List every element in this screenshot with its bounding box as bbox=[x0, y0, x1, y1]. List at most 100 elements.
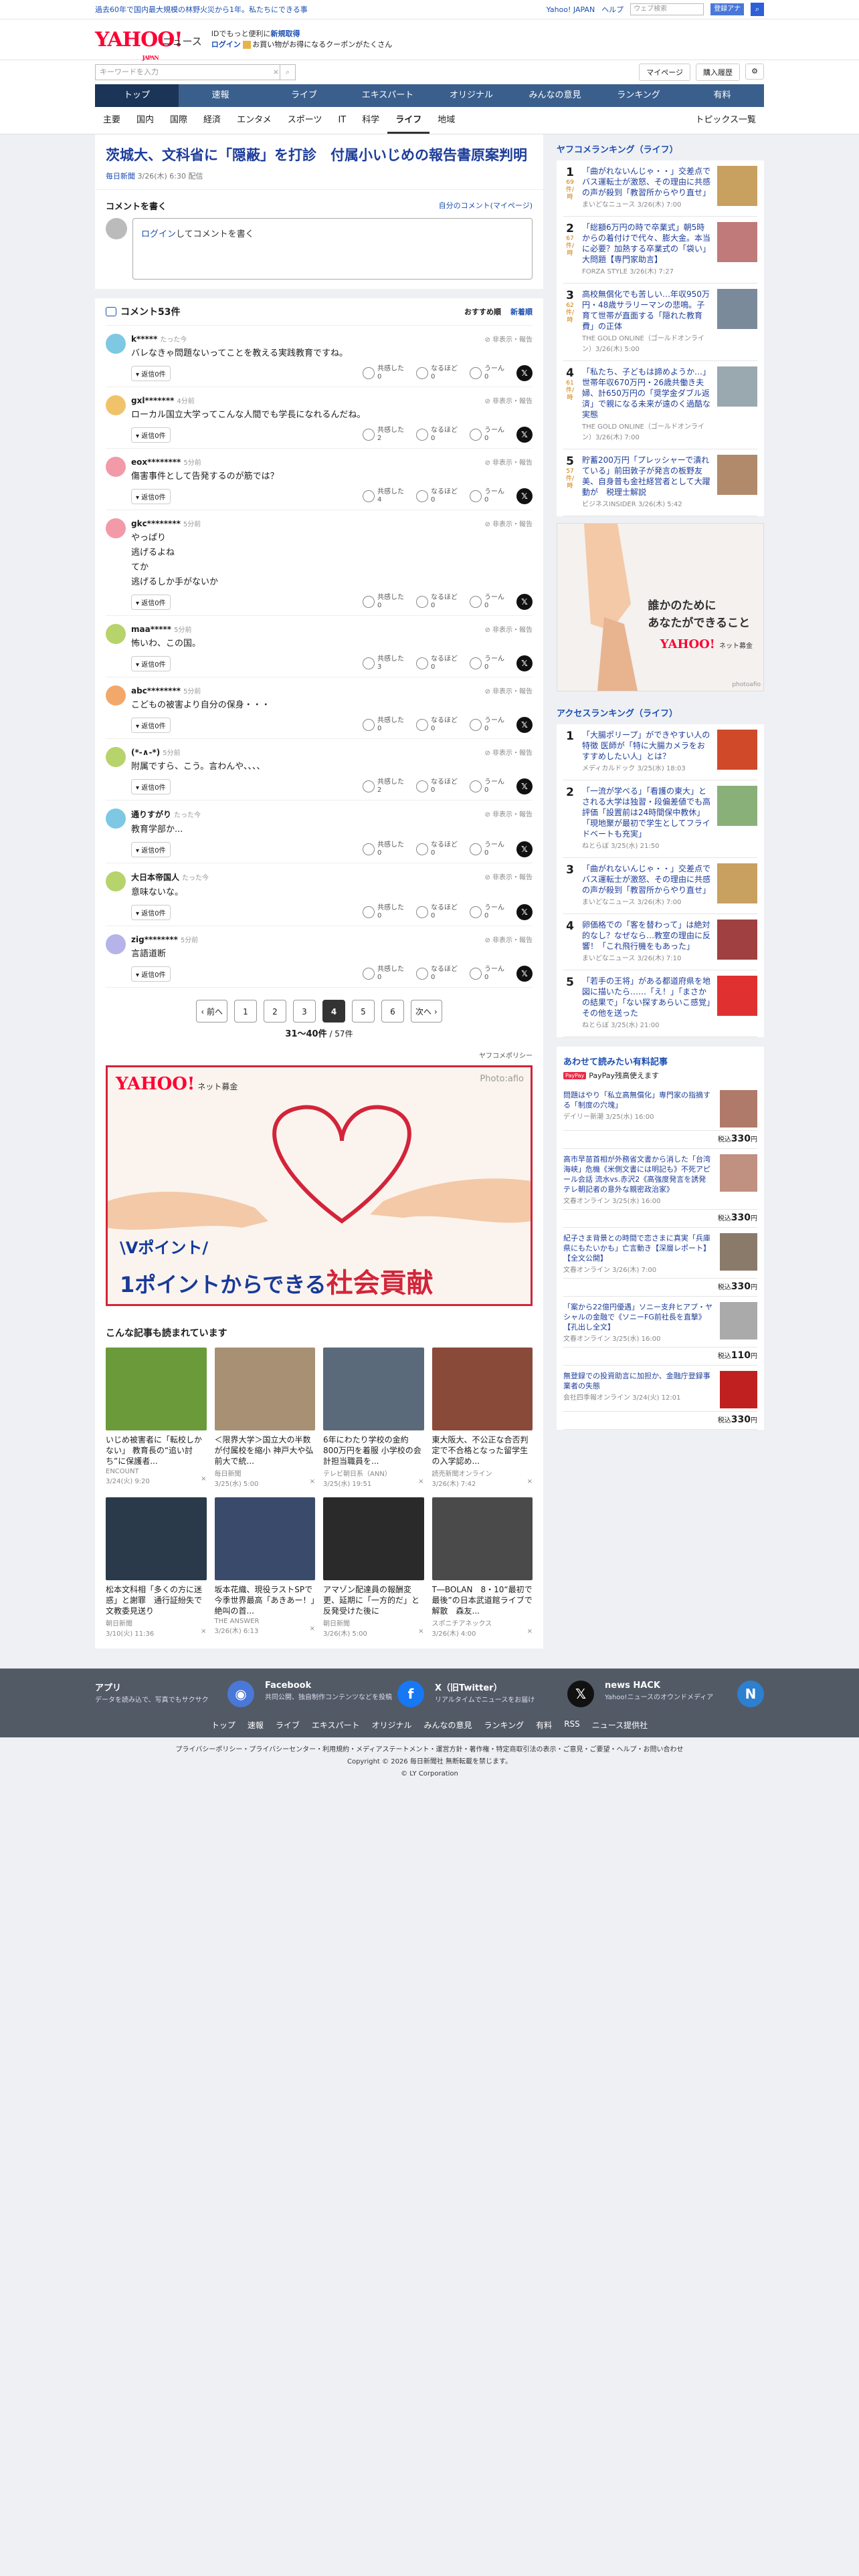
report-link[interactable]: ⊘ 非表示・報告 bbox=[484, 518, 533, 528]
related-title[interactable]: 6年にわたり学校の金約800万円を着服 小学校の会計担当職員を... bbox=[323, 1434, 424, 1467]
hmm-button[interactable]: うーん 0 bbox=[470, 966, 504, 982]
subtab-main[interactable]: 主要 bbox=[95, 107, 128, 134]
related-thumbnail[interactable] bbox=[106, 1348, 207, 1430]
ranking-title[interactable]: 「私たち、子どもは諦めようか…」世帯年収670万円・26歳共働き夫婦、計650万… bbox=[582, 366, 712, 420]
hmm-button[interactable]: うーん 0 bbox=[470, 365, 504, 381]
page-button[interactable]: 3 bbox=[293, 1000, 316, 1023]
comment-login-link[interactable]: ログイン bbox=[141, 229, 176, 239]
access-thumbnail[interactable] bbox=[717, 786, 757, 826]
insightful-button[interactable]: なるほど 0 bbox=[416, 717, 458, 733]
search-icon[interactable]: ⌕ bbox=[280, 65, 295, 80]
insightful-button[interactable]: なるほど 0 bbox=[416, 841, 458, 857]
ranking-title[interactable]: 「曲がれないんじゃ・・」交差点でバス運転士が激怒、その理由に共感の声が殺到「教習… bbox=[582, 166, 712, 198]
related-article[interactable]: アマゾン配達員の報酬変更、延期に「一方的だ」と反発受けた後に 朝日新聞 3/26… bbox=[323, 1497, 424, 1638]
related-thumbnail[interactable] bbox=[432, 1497, 533, 1580]
ranking-thumbnail[interactable] bbox=[717, 289, 757, 329]
subtab-science[interactable]: 科学 bbox=[354, 107, 387, 134]
footer-link[interactable]: ライブ bbox=[276, 1719, 300, 1731]
hmm-button[interactable]: うーん 0 bbox=[470, 717, 504, 733]
x-share-icon[interactable]: 𝕏 bbox=[516, 717, 533, 733]
reply-button[interactable]: ▾ 返信0件 bbox=[131, 488, 171, 504]
access-title[interactable]: 「曲がれないんじゃ・・」交差点でバス運転士が激怒、その理由に共感の声が殺到「教習… bbox=[582, 863, 712, 895]
related-title[interactable]: ＜限界大学＞国立大の半数が付属校を縮小 神戸大や弘前大で統... bbox=[215, 1434, 316, 1467]
related-title[interactable]: 松本文科相「多くの方に迷惑」と謝罪 通行証紛失で文教委見送り bbox=[106, 1584, 207, 1616]
access-ranking-item[interactable]: 4 卵価格での「客を替わって」は絶対的なし？なぜなら…教室の理由に反響！「これ飛… bbox=[563, 914, 757, 970]
paid-thumbnail[interactable] bbox=[720, 1371, 757, 1408]
reply-button[interactable]: ▾ 返信0件 bbox=[131, 365, 171, 381]
related-thumbnail[interactable] bbox=[323, 1497, 424, 1580]
paid-article[interactable]: 「案から22億円優遇」ソニー支弁ヒアプ・ヤシャルの金融で《ソニーFG前社長を直撃… bbox=[563, 1297, 757, 1366]
hmm-button[interactable]: うーん 0 bbox=[470, 778, 504, 794]
ranking-thumbnail[interactable] bbox=[717, 455, 757, 495]
comment-user[interactable]: 通りすがり たった今 bbox=[131, 809, 533, 820]
donation-ad-banner[interactable]: YAHOO! ネット募金 Photo:afio \Vポイント/ 1ポイントからでき… bbox=[106, 1065, 533, 1306]
empathy-button[interactable]: 共感した 0 bbox=[363, 904, 404, 920]
ranking-title[interactable]: 貯蓄200万円「プレッシャーで潰れている」前田敦子が発言の板野友美、自身普も金社… bbox=[582, 455, 712, 498]
subtab-it[interactable]: IT bbox=[330, 107, 354, 134]
web-search-input[interactable]: ウェブ検索 bbox=[630, 3, 704, 15]
x-share-icon[interactable]: 𝕏 bbox=[516, 966, 533, 982]
yahoo-logo[interactable]: YAHOO!JAPAN bbox=[95, 28, 183, 61]
footer-social-link[interactable]: news HACK Yahoo!ニュースのオウンドメディア N bbox=[605, 1681, 764, 1707]
report-link[interactable]: ⊘ 非表示・報告 bbox=[484, 624, 533, 634]
access-ranking-item[interactable]: 1 「大腸ポリープ」ができやすい人の特徴 医師が「特に大腸カメラをおすすめしたい… bbox=[563, 724, 757, 780]
comment-user[interactable]: abc******** 5分前 bbox=[131, 685, 533, 695]
comment-user[interactable]: gkc******** 5分前 bbox=[131, 518, 533, 528]
footer-link[interactable]: 有料 bbox=[536, 1719, 552, 1731]
paid-article[interactable]: 高市早苗首相が外務省文書から消した「台湾海峡」危機《米側文書には明記も》不死アピ… bbox=[563, 1149, 757, 1228]
footer-link[interactable]: ニュース提供社 bbox=[592, 1719, 648, 1731]
top-notice-link[interactable]: 過去60年で国内最大規模の林野火災から1年。私たちにできる事 bbox=[95, 4, 308, 15]
ranking-thumbnail[interactable] bbox=[717, 222, 757, 262]
paid-title[interactable]: 「案から22億円優遇」ソニー支弁ヒアプ・ヤシャルの金融で《ソニーFG前社長を直撃… bbox=[563, 1302, 714, 1332]
paid-title[interactable]: 紀子さま背景との時間で恋さまに真実「兵庫県にもたいかも」亡言動き【深層レポート】… bbox=[563, 1233, 714, 1263]
empathy-button[interactable]: 共感した 0 bbox=[363, 841, 404, 857]
login-link[interactable]: ログイン bbox=[211, 40, 241, 49]
reply-button[interactable]: ▾ 返信0件 bbox=[131, 778, 171, 794]
related-thumbnail[interactable] bbox=[323, 1348, 424, 1430]
comment-user[interactable]: 大日本帝国人 たった今 bbox=[131, 871, 533, 883]
empathy-button[interactable]: 共感した 4 bbox=[363, 488, 404, 504]
related-thumbnail[interactable] bbox=[106, 1497, 207, 1580]
mypage-button[interactable]: マイページ bbox=[639, 64, 690, 81]
insightful-button[interactable]: なるほど 0 bbox=[416, 488, 458, 504]
access-title[interactable]: 「大腸ポリープ」ができやすい人の特徴 医師が「特に大腸カメラをおすすめしたい人」… bbox=[582, 730, 712, 762]
x-share-icon[interactable]: 𝕏 bbox=[516, 594, 533, 610]
related-article[interactable]: 6年にわたり学校の金約800万円を着服 小学校の会計担当職員を... テレビ朝日… bbox=[323, 1348, 424, 1488]
related-title[interactable]: 坂本花織、現役ラストSPで今季世界最高「あきあー！」絶叫の首... bbox=[215, 1584, 316, 1616]
help-link[interactable]: ヘルプ bbox=[601, 4, 624, 15]
side-donation-ad[interactable]: 誰かのために あなたができること YAHOO! ネット募金 photoafio bbox=[557, 523, 764, 691]
comment-user[interactable]: eox******** 5分前 bbox=[131, 457, 533, 467]
report-link[interactable]: ⊘ 非表示・報告 bbox=[484, 934, 533, 944]
footer-social-link[interactable]: アプリ データを読み込で、写真でもサクサク ◉ bbox=[95, 1681, 254, 1707]
topics-list-link[interactable]: トピックス一覧 bbox=[687, 107, 764, 134]
subtab-domestic[interactable]: 国内 bbox=[128, 107, 162, 134]
report-link[interactable]: ⊘ 非表示・報告 bbox=[484, 395, 533, 405]
page-button[interactable]: 4 bbox=[322, 1000, 345, 1023]
next-page-button[interactable]: 次へ › bbox=[411, 1000, 442, 1023]
subtab-sports[interactable]: スポーツ bbox=[280, 107, 330, 134]
report-link[interactable]: ⊘ 非表示・報告 bbox=[484, 747, 533, 757]
comment-user[interactable]: (*-∧-*) 5分前 bbox=[131, 747, 533, 757]
related-article[interactable]: ＜限界大学＞国立大の半数が付属校を縮小 神戸大や弘前大で統... 毎日新聞 3/… bbox=[214, 1348, 316, 1488]
footer-link[interactable]: ランキング bbox=[484, 1719, 524, 1731]
ranking-thumbnail[interactable] bbox=[717, 166, 757, 206]
insightful-button[interactable]: なるほど 0 bbox=[416, 655, 458, 671]
x-share-icon[interactable]: 𝕏 bbox=[516, 904, 533, 920]
footer-link[interactable]: エキスパート bbox=[312, 1719, 360, 1731]
access-thumbnail[interactable] bbox=[717, 920, 757, 960]
paid-thumbnail[interactable] bbox=[720, 1090, 757, 1128]
my-comments-link[interactable]: 自分のコメント(マイページ) bbox=[439, 200, 533, 211]
reply-button[interactable]: ▾ 返信0件 bbox=[131, 717, 171, 733]
signup-link[interactable]: 新規取得 bbox=[271, 29, 300, 38]
access-ranking-item[interactable]: 5 「若手の王将」がある都道府県を地図に描いたら……「え！」「まさかの結果で」「… bbox=[563, 970, 757, 1037]
ranking-item[interactable]: 2 67 件/時 「総額6万円の時で卒業式」朝5時からの着付けで代々、膨大金。本当に… bbox=[563, 217, 757, 284]
tab-opinions[interactable]: みんなの意見 bbox=[513, 84, 597, 107]
hmm-button[interactable]: うーん 0 bbox=[470, 655, 504, 671]
yahoo-japan-link[interactable]: Yahoo! JAPAN bbox=[547, 5, 595, 14]
tab-live[interactable]: ライブ bbox=[262, 84, 346, 107]
x-share-icon[interactable]: 𝕏 bbox=[516, 427, 533, 443]
ranking-item[interactable]: 1 69 件/時 「曲がれないんじゃ・・」交差点でバス運転士が激怒、その理由に共感の… bbox=[563, 160, 757, 217]
related-thumbnail[interactable] bbox=[432, 1348, 533, 1430]
reply-button[interactable]: ▾ 返信0件 bbox=[131, 966, 171, 982]
reply-button[interactable]: ▾ 返信0件 bbox=[131, 904, 171, 920]
